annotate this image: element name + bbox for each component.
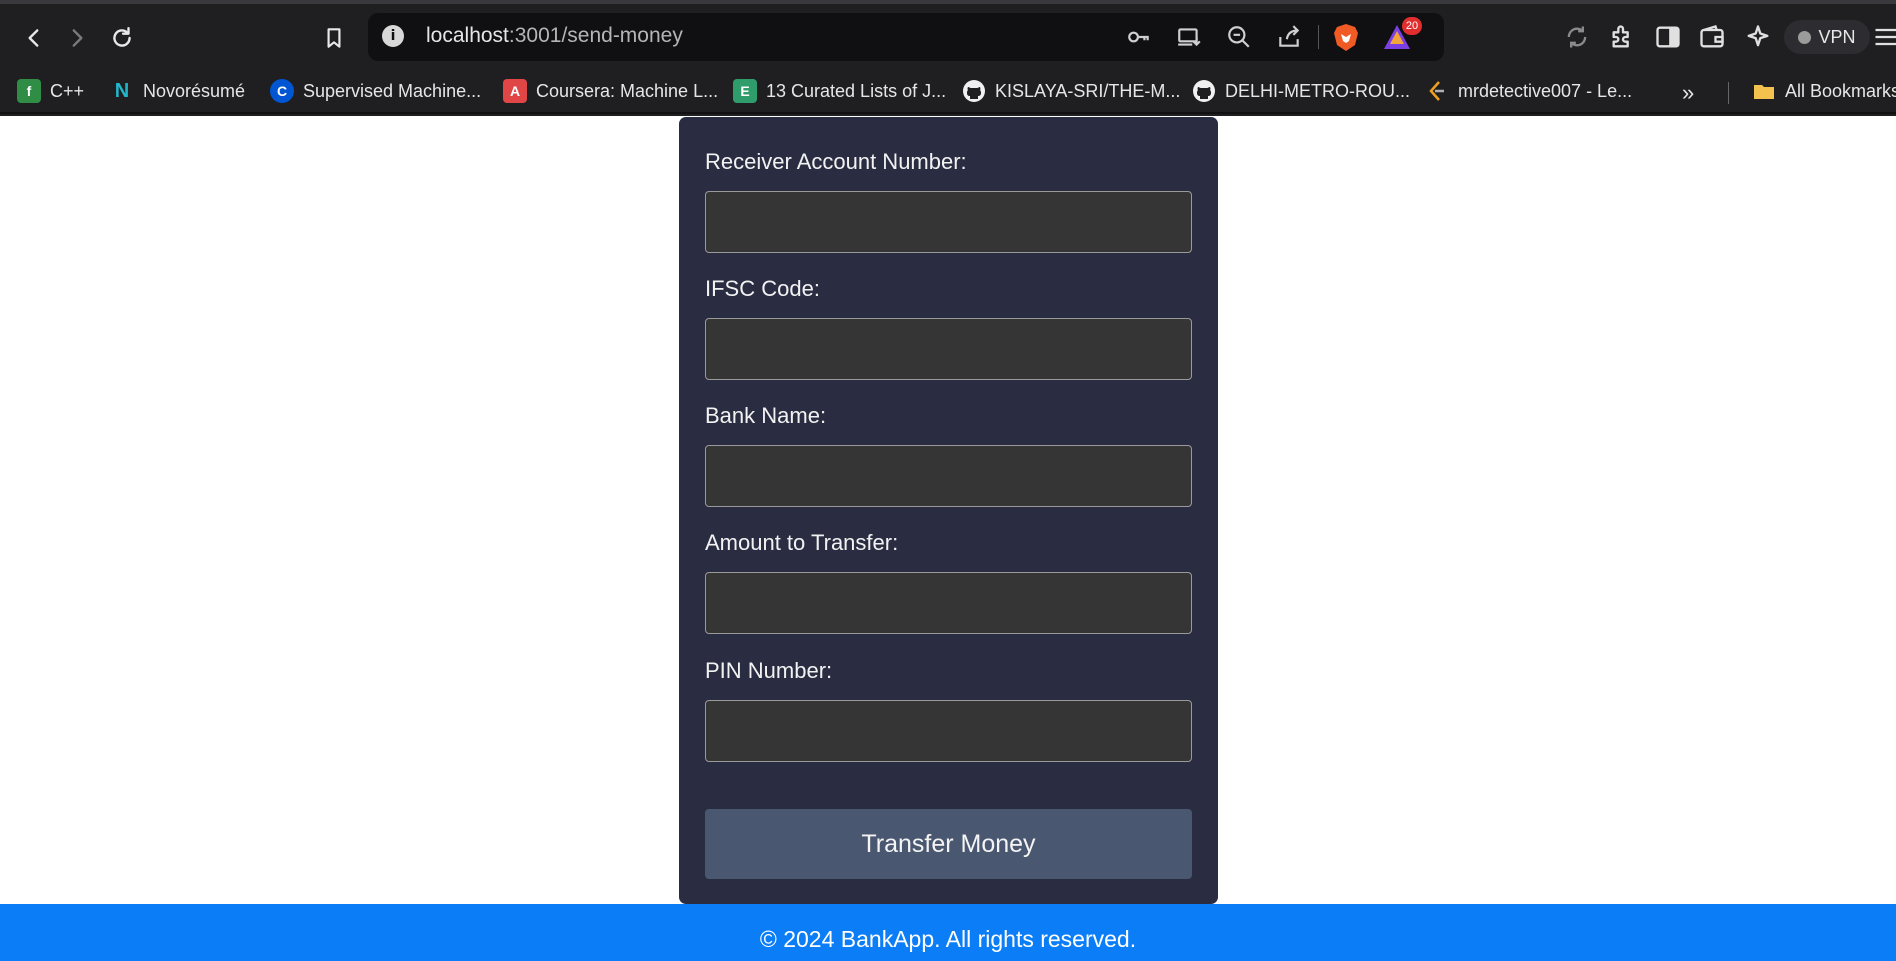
- bookmark-label: mrdetective007 - Le...: [1458, 80, 1633, 101]
- transfer-money-button[interactable]: Transfer Money: [705, 809, 1192, 879]
- brave-shields-icon[interactable]: [1332, 22, 1360, 52]
- address-bar-divider: [1318, 25, 1319, 49]
- bookmark-label: KISLAYA-SRI/THE-M...: [995, 80, 1181, 101]
- reload-icon: [113, 27, 131, 47]
- page-content: Receiver Account Number: IFSC Code: Bank…: [0, 116, 1896, 961]
- share-icon[interactable]: [1276, 24, 1302, 50]
- leo-ai-icon[interactable]: [1744, 23, 1772, 51]
- bookmark-item[interactable]: E 13 Curated Lists of J...: [733, 78, 946, 104]
- url-host: localhost: [426, 24, 509, 47]
- browser-chrome: i localhost:3001/send-money 20 VPN f C++…: [0, 0, 1896, 116]
- forward-arrow-icon: [72, 29, 83, 47]
- coursera-icon: C: [270, 79, 294, 103]
- rewards-badge: 20: [1402, 17, 1422, 35]
- bookmark-page-button[interactable]: [314, 18, 354, 58]
- bookmark-label: 13 Curated Lists of J...: [766, 80, 947, 101]
- github-icon: [1192, 79, 1216, 103]
- github-icon: [962, 79, 986, 103]
- reload-button[interactable]: [102, 18, 142, 58]
- browser-toolbar: i localhost:3001/send-money 20 VPN: [0, 0, 1896, 68]
- install-app-icon[interactable]: [1176, 24, 1202, 50]
- all-bookmarks-label: All Bookmarks: [1785, 80, 1896, 101]
- vpn-button[interactable]: VPN: [1784, 20, 1870, 54]
- bookmark-item[interactable]: f C++: [17, 78, 84, 104]
- bookmark-item[interactable]: C Supervised Machine...: [270, 78, 481, 104]
- send-money-form: Receiver Account Number: IFSC Code: Bank…: [679, 117, 1218, 904]
- sidebar-toggle-icon[interactable]: [1654, 23, 1682, 51]
- wallet-icon[interactable]: [1698, 23, 1726, 51]
- bookmark-label: DELHI-METRO-ROU...: [1225, 80, 1411, 101]
- password-key-icon[interactable]: [1126, 24, 1152, 50]
- menu-icon[interactable]: [1872, 23, 1896, 51]
- receiver-account-label: Receiver Account Number:: [705, 149, 967, 174]
- bookmarks-divider: [1728, 82, 1729, 104]
- extensions-icon[interactable]: [1609, 23, 1637, 51]
- footer-copyright: © 2024 BankApp. All rights reserved.: [759, 926, 1137, 952]
- vpn-status-icon: [1798, 30, 1812, 44]
- bookmark-item[interactable]: DELHI-METRO-ROU...: [1192, 78, 1410, 104]
- back-button[interactable]: [14, 18, 54, 58]
- leetcode-icon: [1425, 79, 1449, 103]
- bookmark-label: Coursera: Machine L...: [536, 80, 719, 101]
- sync-icon[interactable]: [1563, 23, 1591, 51]
- bookmarks-overflow-button[interactable]: »: [1682, 80, 1694, 106]
- all-bookmarks-button[interactable]: All Bookmarks: [1752, 78, 1896, 104]
- footer: © 2024 BankApp. All rights reserved.: [0, 904, 1896, 961]
- back-arrow-icon: [28, 29, 39, 47]
- zoom-out-icon[interactable]: [1226, 24, 1252, 50]
- brave-rewards-button[interactable]: 20: [1382, 17, 1422, 52]
- bookmark-item[interactable]: N Novorésumé: [110, 78, 245, 104]
- bookmark-site-icon: A: [503, 79, 527, 103]
- address-bar[interactable]: i localhost:3001/send-money 20: [368, 13, 1444, 61]
- bookmark-icon: [327, 28, 341, 48]
- folder-icon: [1752, 79, 1776, 103]
- url-text[interactable]: localhost:3001/send-money: [426, 24, 683, 48]
- bookmark-label: Supervised Machine...: [303, 80, 482, 101]
- bookmark-item[interactable]: A Coursera: Machine L...: [503, 78, 718, 104]
- gfg-icon: f: [17, 79, 41, 103]
- bookmarks-bar: f C++ N Novorésumé C Supervised Machine.…: [0, 68, 1896, 114]
- novoresume-icon: N: [114, 79, 130, 102]
- pin-input[interactable]: [705, 700, 1192, 762]
- amount-label: Amount to Transfer:: [705, 530, 899, 555]
- site-info-icon[interactable]: i: [382, 25, 404, 47]
- bookmark-item[interactable]: mrdetective007 - Le...: [1425, 78, 1632, 104]
- amount-input[interactable]: [705, 572, 1192, 634]
- bank-name-input[interactable]: [705, 445, 1192, 507]
- receiver-account-input[interactable]: [705, 191, 1192, 253]
- ifsc-code-label: IFSC Code:: [705, 276, 820, 301]
- bookmark-item[interactable]: KISLAYA-SRI/THE-M...: [962, 78, 1180, 104]
- vpn-label: VPN: [1818, 26, 1856, 47]
- bookmark-label: C++: [50, 80, 85, 101]
- bookmark-label: Novorésumé: [143, 80, 246, 101]
- list-icon: E: [733, 79, 757, 103]
- ifsc-code-input[interactable]: [705, 318, 1192, 380]
- url-path: :3001/send-money: [508, 24, 683, 47]
- bank-name-label: Bank Name:: [705, 403, 827, 428]
- forward-button[interactable]: [57, 18, 97, 58]
- pin-label: PIN Number:: [705, 658, 833, 683]
